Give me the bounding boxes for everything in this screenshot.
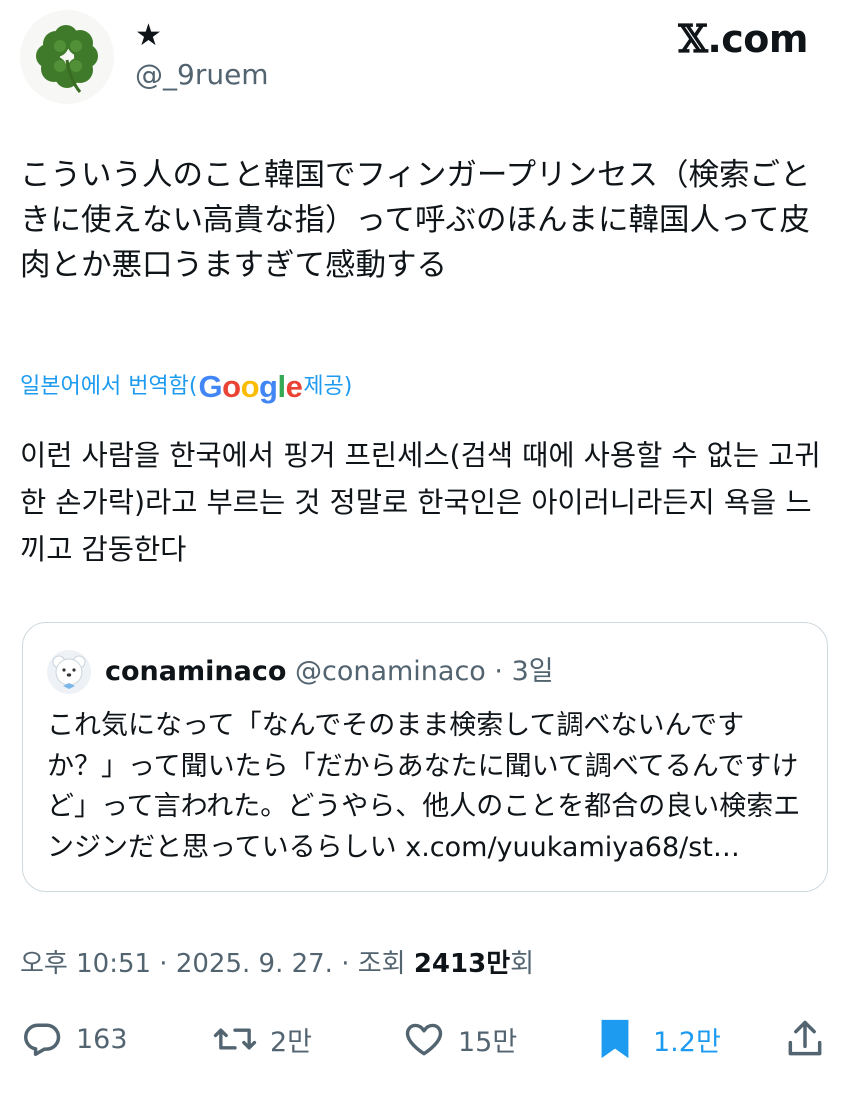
google-letter: G (198, 369, 223, 404)
quote-handle-time: @conaminaco · 3일 (286, 656, 554, 687)
google-letter: o (222, 369, 241, 404)
tweet-text: こういう人のこと韓国でフィンガープリンセス（検索ごときに使えない高貴な指）って呼… (20, 158, 811, 283)
brand-text: .com (707, 17, 808, 61)
quote-header: conaminaco @conaminaco · 3일 (105, 654, 554, 690)
repost-button[interactable]: 2만 (212, 1016, 312, 1062)
quoted-tweet-card[interactable]: conaminaco @conaminaco · 3일 これ気になって「なんでそ… (22, 622, 828, 892)
like-button[interactable]: 15만 (402, 1016, 517, 1062)
user-handle[interactable]: @_9ruem (135, 58, 269, 92)
google-letter: e (285, 369, 303, 404)
google-letter: o (240, 369, 260, 404)
reply-count: 163 (76, 1023, 128, 1055)
view-suffix: 회 (510, 949, 535, 979)
share-button[interactable] (783, 1016, 827, 1062)
quote-author-name[interactable]: conaminaco (105, 656, 286, 687)
tweet-metadata: 오후 10:51 · 2025. 9. 27. · 조회 2413만회 (20, 944, 534, 984)
profile-avatar[interactable] (20, 10, 114, 104)
translated-from-label: 일본어에서 번역함( (20, 374, 198, 399)
timestamp[interactable]: 오후 10:51 · 2025. 9. 27. · 조회 (20, 949, 414, 979)
repost-icon (213, 1028, 257, 1050)
polar-bear-icon (52, 655, 86, 689)
reply-button[interactable]: 163 (20, 1016, 128, 1062)
share-icon (788, 1020, 822, 1056)
translated-text: 이런 사람을 한국에서 핑거 프린세스(검색 때에 사용할 수 없는 고귀한 손… (20, 439, 821, 566)
reply-icon (24, 1023, 61, 1056)
bookmark-button[interactable]: 1.2만 (595, 1016, 721, 1062)
view-count: 2413만 (413, 949, 511, 979)
bookmark-count: 1.2만 (653, 1026, 721, 1058)
like-count: 15만 (458, 1026, 518, 1058)
x-logo-icon: 𝕏 (678, 16, 708, 61)
display-name[interactable]: ★ (135, 18, 162, 54)
google-letter: g (259, 369, 278, 404)
quote-text: これ気になって「なんでそのまま検索して調べないんですか？」って聞いたら「だからあ… (47, 710, 801, 863)
four-leaf-clover-icon (36, 25, 98, 93)
translation-attribution[interactable]: 일본어에서 번역함( Google 제공) (20, 366, 352, 408)
google-logo: Google (199, 366, 303, 408)
x-com-brand: 𝕏.com (678, 16, 808, 61)
repost-count: 2만 (270, 1026, 313, 1058)
translation-provider-suffix: 제공) (303, 374, 353, 399)
heart-icon (405, 1023, 443, 1056)
google-letter: l (277, 369, 286, 404)
quote-avatar (47, 650, 91, 694)
bookmark-icon (601, 1019, 629, 1059)
